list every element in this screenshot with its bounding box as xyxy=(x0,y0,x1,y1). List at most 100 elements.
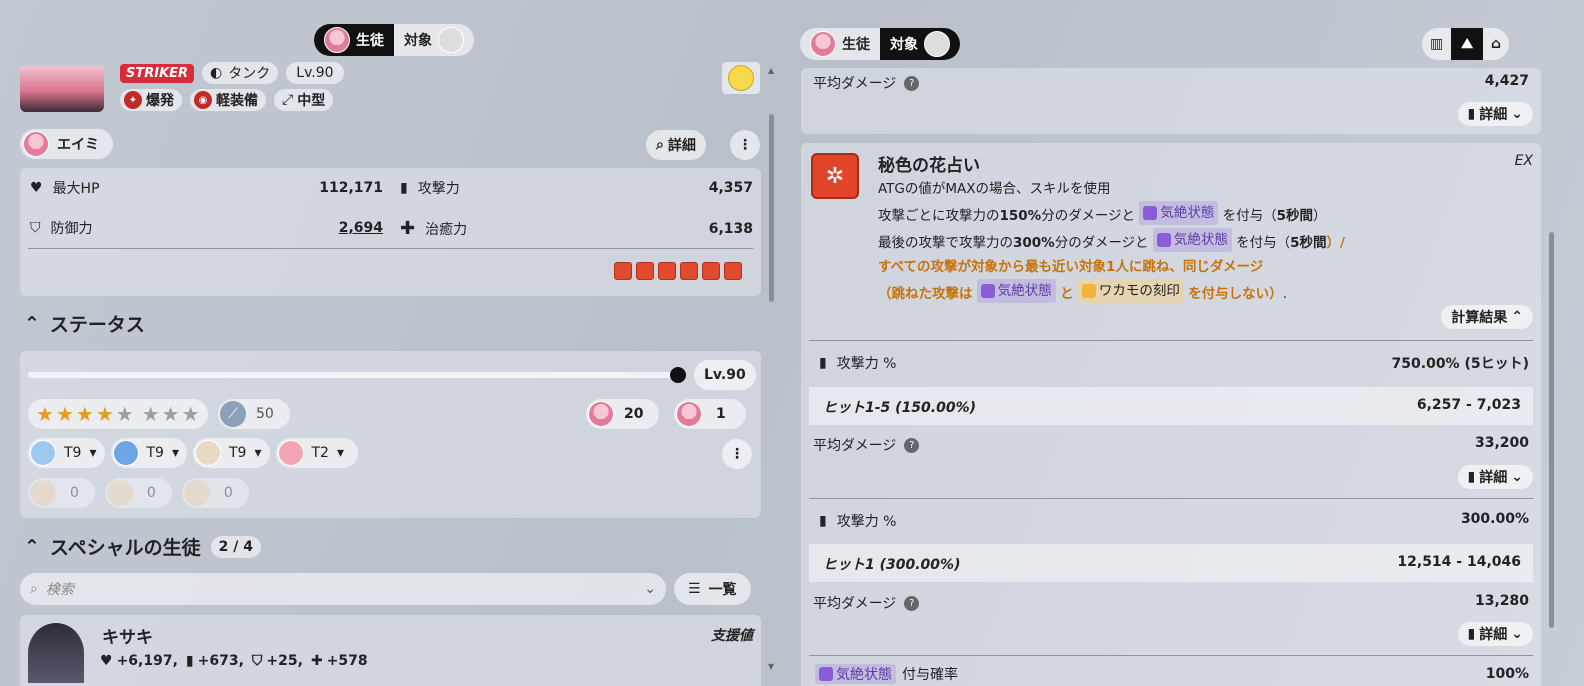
star-icon[interactable]: ★ xyxy=(142,404,160,424)
bond-level-2[interactable]: 1 xyxy=(674,399,746,429)
detail-label: 詳細 xyxy=(1479,107,1508,123)
skill-desc-line: すべての攻撃が対象から最も近い対象1人に跳ね、同じダメージ xyxy=(878,259,1264,275)
stun-tag[interactable]: 気絶状態 xyxy=(1139,201,1219,225)
avg-damage-label: 平均ダメージ xyxy=(813,76,897,92)
terrain-urban[interactable]: ▥ xyxy=(1422,28,1451,60)
heart-icon: ♥ xyxy=(100,653,113,669)
stun-tag-label: 気絶状態 xyxy=(1160,205,1215,221)
support-student-card[interactable]: キサキ 支援値 ♥ +6,197, ▮ +673, ⛉ +25, ✚ +578 xyxy=(20,615,761,686)
sword-icon: ▮ xyxy=(400,180,408,196)
tab-target[interactable]: 対象 xyxy=(880,28,960,60)
star-icon[interactable]: ★ xyxy=(56,404,74,424)
calc2-avg-row: 平均ダメージ? xyxy=(813,593,920,613)
detail-button[interactable]: ⌕ 詳細 xyxy=(646,130,706,160)
skill-2-icon[interactable] xyxy=(658,262,676,280)
desc-text: 分のダメージと xyxy=(1054,235,1149,251)
terrain-toggle[interactable]: ▥ ⛰ ⌂ xyxy=(1422,28,1510,60)
special-section-header[interactable]: ⌃ スペシャルの生徒 2 / 4 xyxy=(24,533,261,560)
stun-tag[interactable]: 気絶状態 xyxy=(815,664,896,684)
scroll-up-icon[interactable]: ▲ xyxy=(768,66,774,75)
hit-label: ヒット1-5 (150.00%) xyxy=(823,400,977,416)
divider xyxy=(28,248,753,249)
stun-tag-label: 気絶状態 xyxy=(1173,232,1228,248)
right-header-toggle[interactable]: 生徒 対象 xyxy=(800,28,960,60)
hat-icon xyxy=(30,440,56,466)
skill-description: ATGの値がMAXの場合、スキルを使用 攻撃ごとに攻撃力の150%分のダメージと… xyxy=(878,177,1518,306)
calc1-hit-row: ヒット1-5 (150.00%) 6,257 - 7,023 xyxy=(809,387,1533,425)
item-icon xyxy=(30,480,56,506)
search-placeholder: 検索 xyxy=(45,582,74,598)
attack-type-label: 爆発 xyxy=(146,93,174,109)
desc-percent: 150% xyxy=(999,208,1042,224)
chevron-down-icon[interactable]: ⌄ xyxy=(644,581,656,597)
scroll-thumb[interactable] xyxy=(769,114,774,302)
detail-dropdown[interactable]: ▮ 詳細 ⌄ xyxy=(1457,465,1533,489)
gear-shoes[interactable]: T9 ▾ xyxy=(193,438,270,468)
weapon-level[interactable]: ⟋ 50 xyxy=(218,399,290,429)
left-header-toggle[interactable]: 生徒 対象 xyxy=(314,24,474,56)
terrain-indoor[interactable]: ⌂ xyxy=(1483,28,1509,60)
divider xyxy=(809,498,1533,499)
star-icon[interactable]: ★ xyxy=(36,404,54,424)
gear-hat[interactable]: T9 ▾ xyxy=(28,438,105,468)
status-section-header[interactable]: ⌃ ステータス xyxy=(24,310,145,337)
item-slot[interactable]: 0 xyxy=(28,478,95,508)
more-options-button[interactable]: ⋮ xyxy=(730,130,760,160)
desc-duration: 5秒間 xyxy=(1276,208,1314,224)
gear-tier: T9 xyxy=(229,445,247,461)
scroll-down-icon[interactable]: ▼ xyxy=(768,662,774,671)
scroll-thumb[interactable] xyxy=(1549,232,1554,628)
divider xyxy=(809,340,1533,341)
student-name-chip[interactable]: エイミ xyxy=(20,129,113,159)
terrain-outdoor[interactable]: ⛰ xyxy=(1451,28,1483,60)
level-slider-track[interactable] xyxy=(28,372,678,378)
stat-healing: ✚ 治癒力 6,138 xyxy=(400,218,753,239)
star-icon[interactable]: ★ xyxy=(162,404,180,424)
star-icon[interactable]: ★ xyxy=(96,404,114,424)
star-rating[interactable]: ★ ★ ★ ★ ★ ★ ★ ★ xyxy=(28,399,208,429)
calc-result-label: 計算結果 xyxy=(1451,310,1508,326)
bond-level-1[interactable]: 20 xyxy=(586,399,660,429)
skill-ex-icon[interactable] xyxy=(636,262,654,280)
level-slider-handle[interactable] xyxy=(670,367,686,383)
skill-5-icon[interactable] xyxy=(724,262,742,280)
right-scrollbar[interactable] xyxy=(1547,70,1555,674)
bond-2-value: 1 xyxy=(716,406,726,422)
wakamo-mark-tag[interactable]: ワカモの刻印 xyxy=(1077,279,1184,303)
help-icon[interactable]: ? xyxy=(904,595,920,611)
list-label: 一覧 xyxy=(708,582,737,598)
bonus-hp: +6,197, xyxy=(116,653,178,669)
item-slot[interactable]: 0 xyxy=(104,478,172,508)
help-icon[interactable]: ? xyxy=(904,75,920,91)
left-scrollbar[interactable]: ▲ ▼ xyxy=(767,66,775,671)
desc-text: と xyxy=(1060,286,1074,302)
skill-4-icon[interactable] xyxy=(702,262,720,280)
detail-dropdown[interactable]: ▮ 詳細 ⌄ xyxy=(1457,622,1533,646)
gear-bag[interactable]: T9 ▾ xyxy=(110,438,187,468)
gear-charm[interactable]: T2 ▾ xyxy=(275,438,358,468)
calc-result-toggle[interactable]: 計算結果 ⌃ xyxy=(1441,305,1533,329)
star-icon[interactable]: ★ xyxy=(116,404,134,424)
list-view-button[interactable]: ☰ 一覧 xyxy=(674,573,751,605)
skill-1-icon[interactable] xyxy=(614,262,632,280)
star-icon[interactable]: ★ xyxy=(76,404,94,424)
search-input[interactable]: ⌕ 検索 ⌄ xyxy=(20,573,666,605)
stun-icon xyxy=(1156,233,1171,247)
stat-value[interactable]: 2,694 xyxy=(339,220,383,236)
bar-chart-icon: ▮ xyxy=(1467,626,1476,642)
star-icon[interactable]: ★ xyxy=(182,404,200,424)
desc-text: （跳ねた攻撃は xyxy=(878,286,973,302)
previous-skill-card: 平均ダメージ? 4,427 ▮ 詳細 ⌄ xyxy=(801,68,1541,134)
skill-3-icon[interactable] xyxy=(680,262,698,280)
gear-more-button[interactable]: ⋮ xyxy=(722,439,752,469)
tab-student[interactable]: 生徒 xyxy=(800,28,880,60)
level-pill[interactable]: Lv.90 xyxy=(694,360,756,390)
tab-target[interactable]: 対象 xyxy=(394,24,474,56)
stun-tag[interactable]: 気絶状態 xyxy=(1152,228,1232,252)
stun-tag[interactable]: 気絶状態 xyxy=(976,279,1056,303)
help-icon[interactable]: ? xyxy=(904,437,920,453)
detail-dropdown[interactable]: ▮ 詳細 ⌄ xyxy=(1457,102,1533,126)
tab-student[interactable]: 生徒 xyxy=(314,24,394,56)
mood-emoji-button[interactable] xyxy=(722,62,760,94)
item-slot[interactable]: 0 xyxy=(181,478,249,508)
